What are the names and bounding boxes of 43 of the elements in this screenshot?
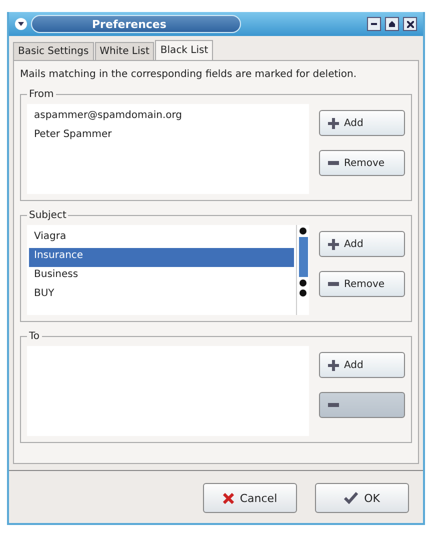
add-button[interactable]: Add xyxy=(319,110,405,136)
tab[interactable]: Basic Settings xyxy=(13,42,94,60)
description-text: Mails matching in the corresponding fields are marked for deletion. xyxy=(20,69,358,80)
group-title: From xyxy=(28,89,55,100)
ok-button[interactable]: OK xyxy=(315,483,409,513)
minimize-button[interactable] xyxy=(367,17,381,31)
add-button[interactable]: Add xyxy=(319,352,405,378)
minimize-icon xyxy=(371,23,377,25)
cross-icon xyxy=(222,492,234,504)
window-title: Preferences xyxy=(92,18,166,30)
list-item[interactable]: aspammer@spamdomain.org xyxy=(29,108,307,127)
tab[interactable]: Black List xyxy=(155,40,214,60)
minus-icon xyxy=(328,282,339,286)
checkmark-icon xyxy=(344,492,358,504)
maximize-button[interactable] xyxy=(385,17,399,31)
list-box[interactable]: aspammer@spamdomain.org Peter Spammer xyxy=(27,104,309,194)
remove-button[interactable]: Remove xyxy=(319,271,405,297)
plus-icon xyxy=(328,118,339,128)
scrollbar[interactable] xyxy=(296,225,309,315)
close-icon xyxy=(406,20,414,28)
plus-icon xyxy=(328,238,339,250)
plus-icon xyxy=(328,360,339,370)
list-item[interactable]: Viagra xyxy=(29,229,294,248)
list-item[interactable]: Insurance xyxy=(29,248,294,267)
remove-button[interactable]: Remove xyxy=(319,150,405,176)
close-button[interactable] xyxy=(403,17,417,31)
minus-icon xyxy=(328,403,339,407)
minus-icon xyxy=(328,161,339,165)
list-item[interactable]: Peter Spammer xyxy=(29,127,307,146)
add-button[interactable]: Add xyxy=(319,231,405,257)
dot-icon[interactable] xyxy=(299,227,307,235)
group-title: To xyxy=(28,331,41,342)
list-box[interactable]: Viagra Insurance Business BUY xyxy=(27,225,309,315)
group-title: Subject xyxy=(28,210,68,221)
list-item[interactable]: BUY xyxy=(29,286,294,305)
window-menu-button[interactable] xyxy=(15,18,27,30)
tab[interactable]: White List xyxy=(94,42,154,60)
maximize-icon xyxy=(389,21,395,27)
dot-icon[interactable] xyxy=(299,289,307,297)
cancel-button[interactable]: Cancel xyxy=(203,483,297,513)
list-item[interactable]: Business xyxy=(29,267,294,286)
caret-down-icon xyxy=(18,22,24,26)
dot-icon[interactable] xyxy=(299,279,307,287)
